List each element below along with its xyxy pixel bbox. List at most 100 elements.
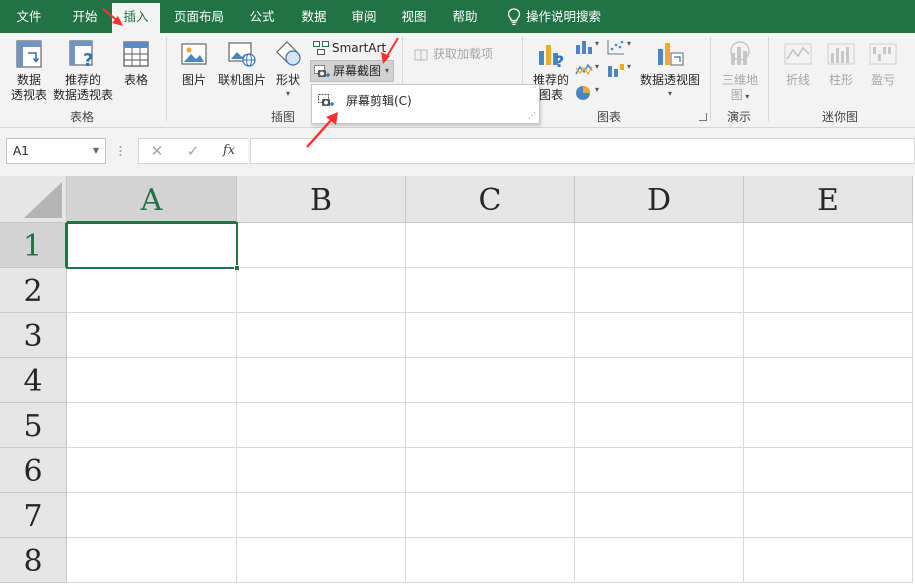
cell-e1[interactable]: [744, 223, 913, 268]
cell-e6[interactable]: [744, 448, 913, 493]
cell-d7[interactable]: [575, 493, 744, 538]
3d-map-label-1: 三维地: [721, 73, 758, 87]
online-pictures-button[interactable]: 联机图片: [214, 37, 270, 97]
name-box[interactable]: A1 ▼: [6, 138, 106, 164]
cell-d8[interactable]: [575, 538, 744, 583]
dialog-launcher-icon[interactable]: [699, 113, 707, 121]
cell-e7[interactable]: [744, 493, 913, 538]
column-header-a[interactable]: A: [67, 176, 237, 223]
table-button[interactable]: 表格: [114, 37, 158, 107]
cell-e8[interactable]: [744, 538, 913, 583]
cell-a3[interactable]: [67, 313, 237, 358]
tab-home[interactable]: 开始: [60, 0, 110, 33]
worksheet-grid: A B C D E 1 2 3 4 5 6 7 8: [0, 176, 915, 584]
cell-e5[interactable]: [744, 403, 913, 448]
cell-d2[interactable]: [575, 268, 744, 313]
active-cell-a1[interactable]: [66, 222, 238, 269]
cell-d4[interactable]: [575, 358, 744, 403]
tab-help[interactable]: 帮助: [441, 0, 489, 33]
formula-input[interactable]: [250, 138, 915, 164]
get-addins-button[interactable]: 获取加载项: [412, 43, 512, 65]
cell-c8[interactable]: [406, 538, 575, 583]
shapes-button[interactable]: 形状 ▾: [270, 37, 306, 107]
column-header-c[interactable]: C: [406, 176, 575, 223]
sparkline-winloss-label: 盈亏: [870, 73, 895, 87]
row-header-1[interactable]: 1: [0, 223, 67, 268]
smartart-button[interactable]: SmartArt: [311, 37, 387, 59]
tab-page-layout[interactable]: 页面布局: [166, 0, 232, 33]
recommended-pivot-button[interactable]: ? 推荐的 数据透视表: [52, 37, 114, 107]
cell-c4[interactable]: [406, 358, 575, 403]
screen-clipping-menu-item[interactable]: 屏幕剪辑(C): [314, 89, 537, 113]
cell-b4[interactable]: [237, 358, 406, 403]
tab-formulas[interactable]: 公式: [238, 0, 286, 33]
drag-handle-icon[interactable]: [119, 144, 122, 158]
screenshot-button[interactable]: 屏幕截图 ▾: [310, 60, 394, 82]
row-header-8[interactable]: 8: [0, 538, 67, 583]
pivot-chart-button[interactable]: 数据透视图 ▾: [636, 37, 704, 107]
cell-b3[interactable]: [237, 313, 406, 358]
pictures-button[interactable]: 图片: [174, 37, 214, 97]
cell-c7[interactable]: [406, 493, 575, 538]
cell-d5[interactable]: [575, 403, 744, 448]
chevron-down-icon[interactable]: ▼: [93, 139, 99, 163]
fill-handle[interactable]: [234, 265, 240, 271]
row-header-7[interactable]: 7: [0, 493, 67, 538]
scatter-chart-button[interactable]: ▾: [607, 39, 637, 57]
line-chart-button[interactable]: ▾: [575, 62, 605, 80]
cell-d3[interactable]: [575, 313, 744, 358]
row-header-5[interactable]: 5: [0, 403, 67, 448]
cell-a8[interactable]: [67, 538, 237, 583]
resize-grip-icon[interactable]: ⋰: [528, 112, 536, 120]
tab-view[interactable]: 视图: [390, 0, 438, 33]
row-header-6[interactable]: 6: [0, 448, 67, 493]
tab-data[interactable]: 数据: [290, 0, 338, 33]
3d-map-button[interactable]: 三维地图 ▾: [716, 37, 764, 107]
cell-a7[interactable]: [67, 493, 237, 538]
cancel-icon[interactable]: ✕: [145, 139, 169, 163]
get-addins-label: 获取加载项: [433, 47, 494, 61]
cell-b5[interactable]: [237, 403, 406, 448]
insert-function-icon[interactable]: fx: [217, 139, 241, 163]
cell-d6[interactable]: [575, 448, 744, 493]
column-chart-button[interactable]: ▾: [575, 39, 605, 57]
column-header-e[interactable]: E: [744, 176, 913, 223]
tell-me-search[interactable]: 操作说明搜索: [526, 0, 610, 33]
tab-review[interactable]: 审阅: [340, 0, 388, 33]
cell-a2[interactable]: [67, 268, 237, 313]
recommended-pivot-label-1: 推荐的: [64, 73, 101, 87]
column-header-d[interactable]: D: [575, 176, 744, 223]
cell-a4[interactable]: [67, 358, 237, 403]
column-header-b[interactable]: B: [237, 176, 406, 223]
cell-d1[interactable]: [575, 223, 744, 268]
recommended-pivot-icon: ?: [69, 40, 93, 69]
enter-icon[interactable]: ✓: [181, 139, 205, 163]
cell-b2[interactable]: [237, 268, 406, 313]
tab-file[interactable]: 文件: [2, 0, 56, 33]
sparkline-line-button[interactable]: 折线: [776, 37, 820, 97]
cell-e2[interactable]: [744, 268, 913, 313]
cell-c1[interactable]: [406, 223, 575, 268]
cell-e4[interactable]: [744, 358, 913, 403]
cell-b8[interactable]: [237, 538, 406, 583]
cell-b6[interactable]: [237, 448, 406, 493]
tab-insert[interactable]: 插入: [112, 3, 160, 33]
cell-a5[interactable]: [67, 403, 237, 448]
waterfall-chart-button[interactable]: ▾: [607, 62, 637, 80]
pivot-table-button[interactable]: 数据 透视表: [6, 37, 52, 107]
cell-a6[interactable]: [67, 448, 237, 493]
cell-b1[interactable]: [237, 223, 406, 268]
row-header-2[interactable]: 2: [0, 268, 67, 313]
sparkline-column-button[interactable]: 柱形: [820, 37, 862, 97]
select-all-corner[interactable]: [0, 176, 67, 223]
row-header-3[interactable]: 3: [0, 313, 67, 358]
row-header-4[interactable]: 4: [0, 358, 67, 403]
cell-c5[interactable]: [406, 403, 575, 448]
cell-b7[interactable]: [237, 493, 406, 538]
pie-chart-button[interactable]: ▾: [575, 85, 605, 103]
cell-e3[interactable]: [744, 313, 913, 358]
cell-c2[interactable]: [406, 268, 575, 313]
sparkline-winloss-button[interactable]: 盈亏: [862, 37, 904, 97]
cell-c3[interactable]: [406, 313, 575, 358]
cell-c6[interactable]: [406, 448, 575, 493]
